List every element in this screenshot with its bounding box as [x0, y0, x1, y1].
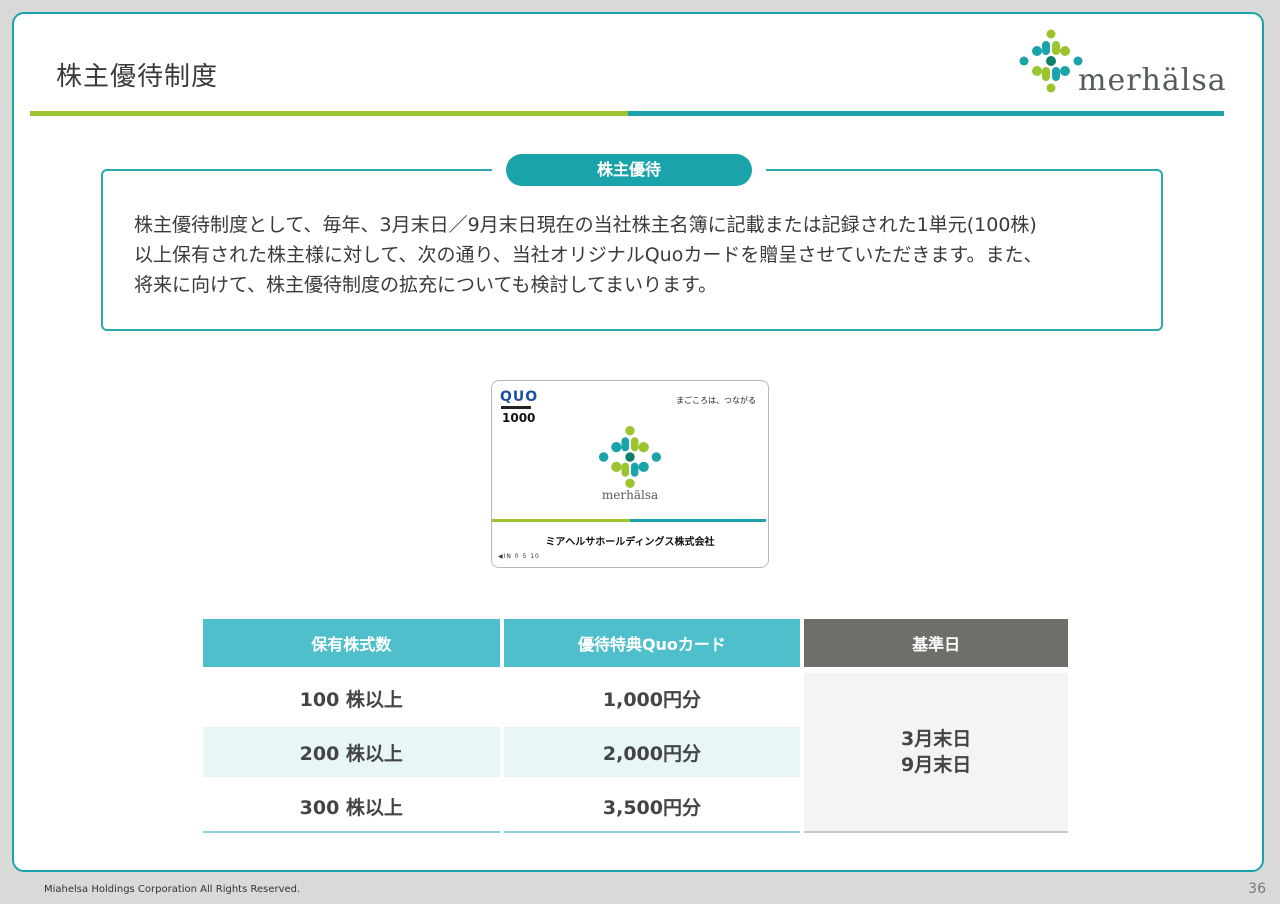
card-scale: ◀IN 0 5 10 [498, 553, 540, 560]
table-row: 100 株以上 1,000円分 3月末日 9月末日 [203, 671, 1068, 833]
record-date: 3月末日 [901, 728, 972, 750]
header-rule-teal [628, 111, 1224, 116]
logo-wordmark: merhälsa [1078, 63, 1227, 98]
shares-cell: 200 株以上 [203, 725, 500, 779]
card-value: 1000 [502, 411, 536, 425]
page-title: 株主優待制度 [56, 62, 219, 92]
benefit-table: 保有株式数 優待特典Quoカード 基準日 100 株以上 1,000円分 3月末… [199, 619, 1072, 833]
header-record-date: 基準日 [804, 619, 1068, 671]
card-rule-green [492, 519, 630, 522]
header-rule-green [30, 111, 628, 116]
card-logo-icon [598, 425, 662, 489]
card-amount-cell: 3,500円分 [503, 779, 801, 833]
card-amount-cell: 1,000円分 [503, 671, 801, 725]
quo-brand-mark: QUO [500, 389, 539, 405]
description-line: 以上保有された株主様に対して、次の通り、当社オリジナルQuoカードを贈呈させてい… [134, 244, 1043, 266]
benefit-description: 株主優待制度として、毎年、3月末日／9月末日現在の当社株主名簿に記載または記録さ… [134, 210, 1144, 300]
quo-card-image: QUO 1000 まごころは、つながる merhälsa ミアヘルサホールディン… [491, 380, 769, 568]
card-company-name: ミアヘルサホールディングス株式会社 [545, 537, 715, 548]
card-tagline: まごころは、つながる [676, 396, 756, 405]
card-rule-teal [630, 519, 766, 522]
header-shares: 保有株式数 [203, 619, 500, 671]
description-line: 株主優待制度として、毎年、3月末日／9月末日現在の当社株主名簿に記載または記録さ… [134, 214, 1037, 236]
page-number: 36 [1248, 881, 1266, 897]
description-line: 将来に向けて、株主優待制度の拡充についても検討してまいります。 [134, 274, 718, 296]
record-date: 9月末日 [901, 754, 972, 776]
card-amount-cell: 2,000円分 [503, 725, 801, 779]
benefit-badge: 株主優待 [506, 154, 752, 186]
shares-cell: 300 株以上 [203, 779, 500, 833]
card-brand: merhälsa [601, 488, 659, 502]
record-date-cell: 3月末日 9月末日 [804, 671, 1068, 833]
quo-brand-bar [501, 406, 531, 409]
shares-cell: 100 株以上 [203, 671, 500, 725]
header-quo-card: 優待特典Quoカード [503, 619, 801, 671]
footer-copyright: Miahelsa Holdings Corporation All Rights… [44, 884, 301, 895]
